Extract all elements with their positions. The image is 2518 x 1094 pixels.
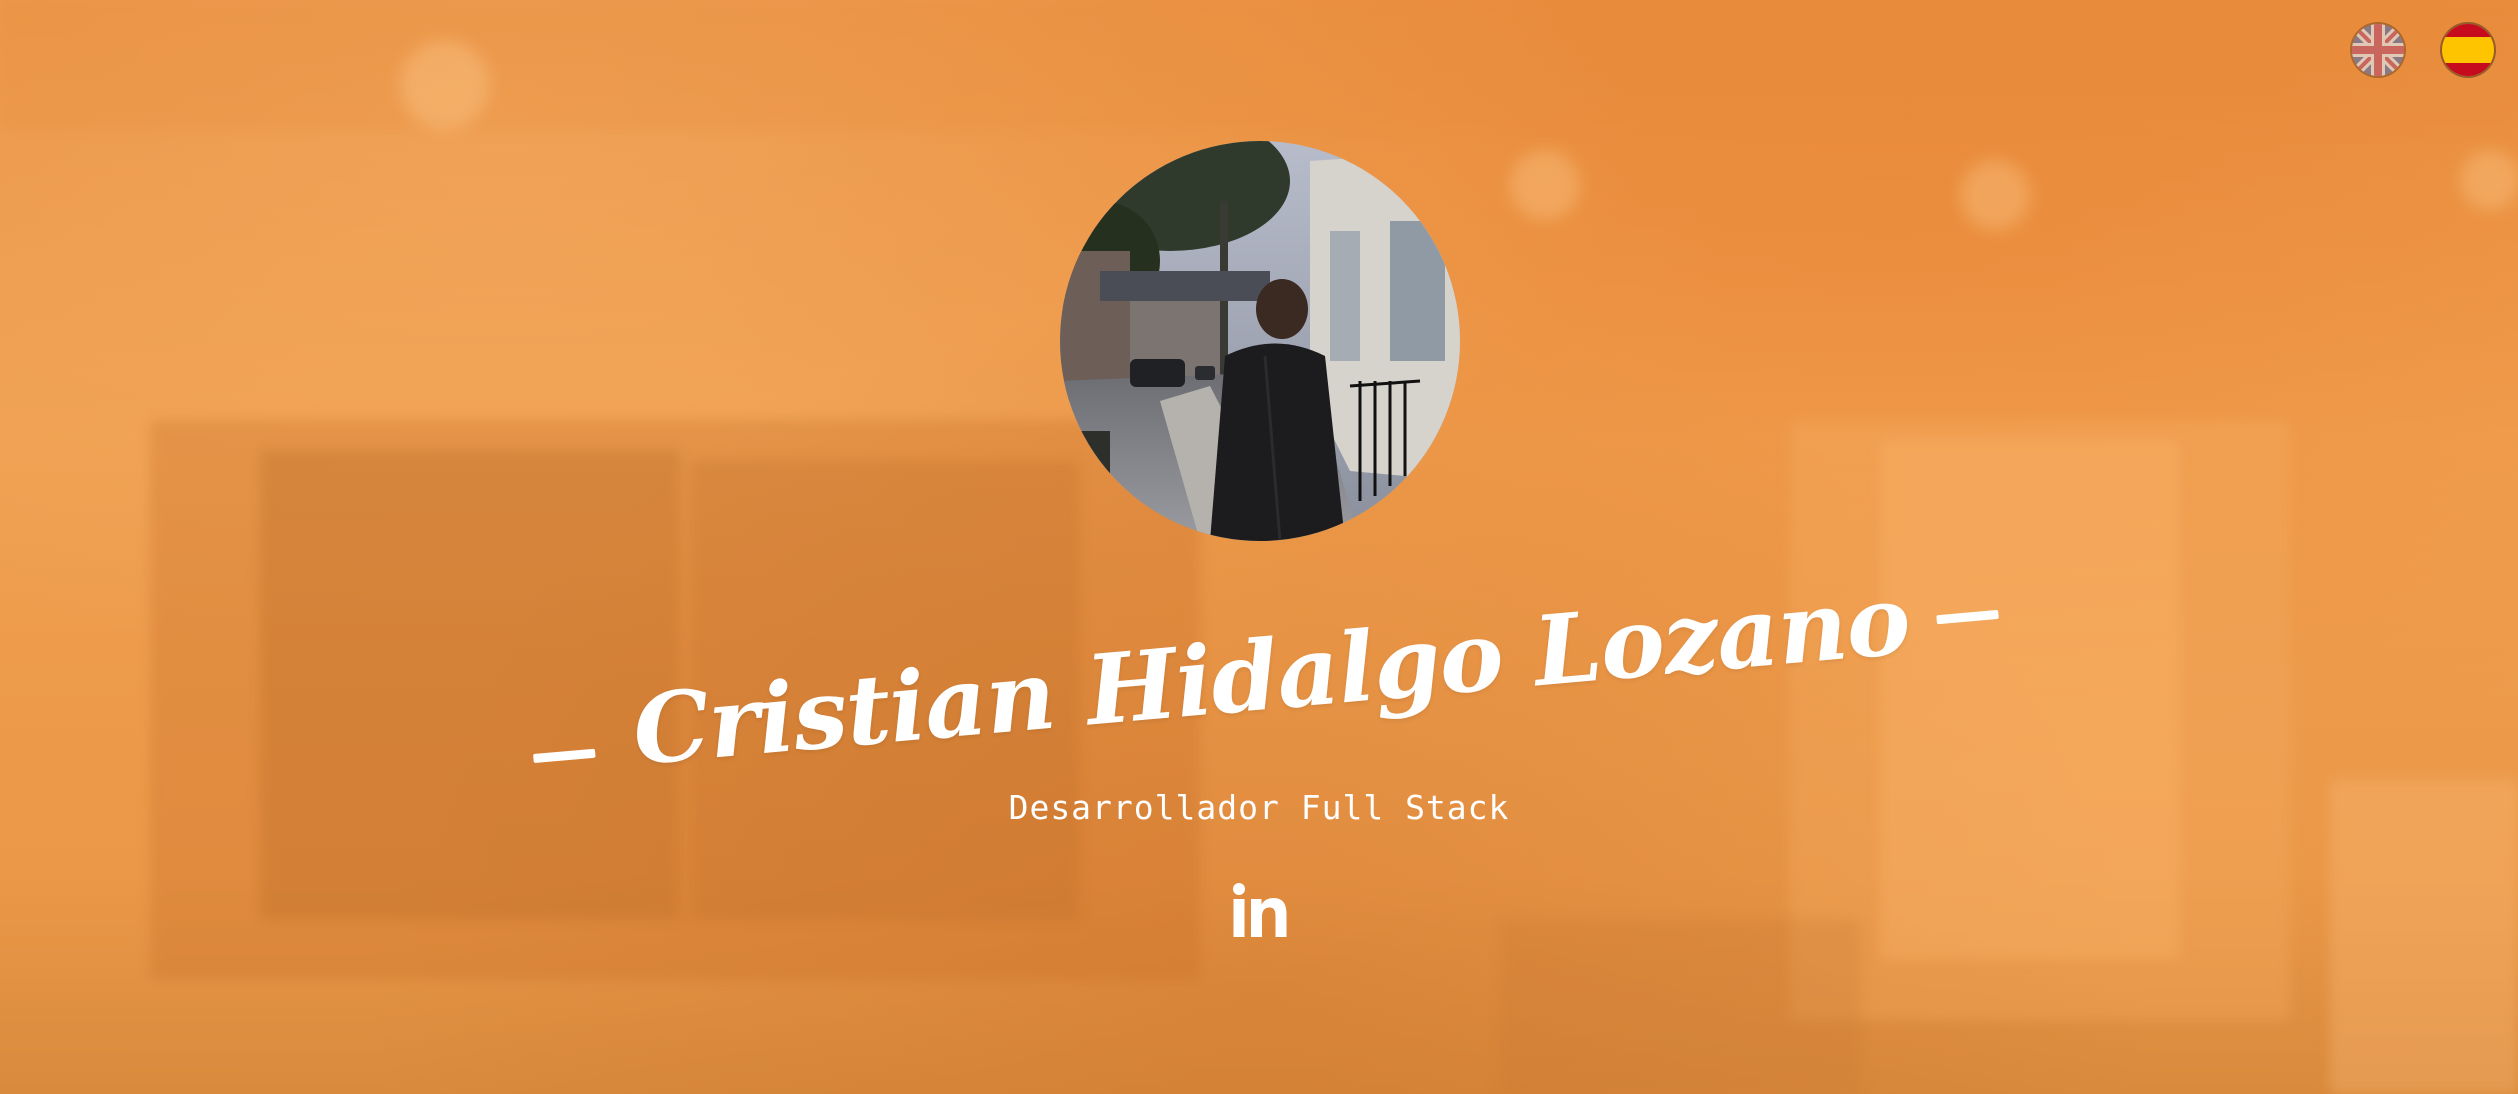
uk-flag-icon	[2352, 24, 2404, 76]
profile-photo-image	[1060, 141, 1460, 541]
background-blur-dot	[2460, 150, 2518, 210]
profile-photo	[1060, 141, 1460, 541]
profile-name-line: Cristian Hidalgo Lozano	[527, 555, 2004, 796]
profile-name-heading: Cristian Hidalgo Lozano	[532, 562, 2000, 787]
decorative-dash	[532, 747, 596, 763]
landing-page: Cristian Hidalgo Lozano Desarrollador Fu…	[0, 0, 2518, 1094]
background-blur-shape	[1880, 440, 2180, 960]
background-blur-dot	[1510, 150, 1580, 220]
linkedin-icon	[1233, 883, 1287, 937]
background-blur-dot	[400, 40, 490, 130]
language-switcher	[2352, 24, 2494, 76]
profile-role: Desarrollador Full Stack	[1008, 788, 1510, 827]
decorative-dash	[1936, 609, 2000, 624]
linkedin-link[interactable]	[1232, 882, 1288, 938]
background-blur-shape	[0, 0, 2518, 130]
background-blur-shape	[2330, 780, 2518, 1094]
background-blur-shape	[1500, 920, 1860, 1094]
profile-name: Cristian Hidalgo Lozano	[628, 562, 1914, 787]
language-option-es[interactable]	[2442, 24, 2494, 76]
spain-flag-icon	[2442, 24, 2494, 76]
language-option-en[interactable]	[2352, 24, 2404, 76]
background-blur-dot	[1960, 160, 2030, 230]
